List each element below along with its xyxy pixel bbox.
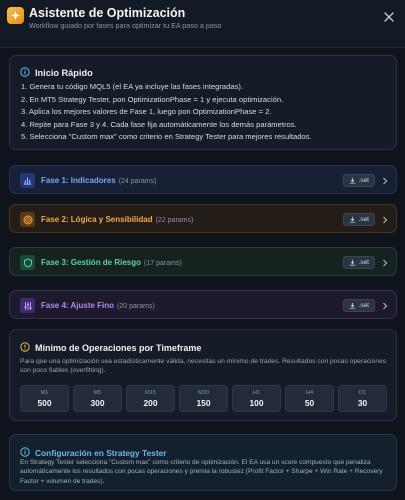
min-operations-panel: Mínimo de Operaciones por Timeframe Para…: [9, 329, 397, 421]
phase-4-row[interactable]: Fase 4: Ajuste Fino (20 params) .set: [9, 290, 397, 319]
dialog-header: Asistente de Optimización Workflow guiad…: [0, 0, 405, 48]
timeframe-card: H4 50: [285, 385, 334, 412]
strategy-tester-config-panel: Configuración en Strategy Tester En Stra…: [9, 434, 397, 491]
timeframe-card: D1 30: [338, 385, 387, 412]
timeframe-card: H1 100: [232, 385, 281, 412]
phase-4-label: Fase 4: Ajuste Fino: [41, 301, 115, 310]
download-icon: [349, 302, 355, 309]
timeframe-card: M5 300: [73, 385, 122, 412]
chevron-right-icon[interactable]: [381, 215, 389, 224]
phase-4-count: (20 params): [117, 303, 155, 310]
quick-start-panel: Inicio Rápido 1. Genera tu código MQL5 (…: [9, 55, 397, 150]
timeframe-name: H1: [252, 389, 261, 396]
timeframe-value: 50: [304, 397, 315, 408]
quick-start-step: 4. Repite para Fase 3 y 4. Cada fase fij…: [21, 119, 297, 129]
timeframe-card: M1 500: [20, 385, 69, 412]
download-set-button[interactable]: .set: [342, 256, 375, 269]
min-operations-description: Para que una optimización sea estadístic…: [20, 358, 387, 375]
timeframe-card: M30 150: [179, 385, 228, 412]
config-title: Configuración en Strategy Tester: [35, 448, 167, 458]
min-operations-title: Mínimo de Operaciones por Timeframe: [35, 343, 202, 353]
phase-3-label: Fase 3: Gestión de Riesgo: [41, 258, 142, 267]
download-set-button[interactable]: .set: [342, 174, 375, 187]
phase-3-row[interactable]: Fase 3: Gestión de Riesgo (17 params) .se…: [9, 247, 397, 276]
set-label: .set: [358, 259, 369, 266]
info-icon: [20, 64, 30, 82]
timeframe-value: 500: [37, 397, 52, 408]
sparkle-icon: [7, 7, 24, 24]
timeframe-value: 100: [249, 397, 264, 408]
timeframe-value: 150: [196, 397, 211, 408]
download-icon: [349, 259, 355, 266]
quick-start-title: Inicio Rápido: [35, 68, 93, 78]
timeframe-name: H4: [305, 389, 314, 396]
phase-2-row[interactable]: Fase 2: Lógica y Sensibilidad (22 params)…: [9, 204, 397, 233]
timeframe-name: M5: [93, 389, 102, 396]
config-description: En Strategy Tester selecciona "Custom ma…: [20, 459, 383, 485]
phase-1-row[interactable]: Fase 1: Indicadores (24 params) .set: [9, 165, 397, 194]
chevron-right-icon[interactable]: [381, 176, 389, 185]
download-icon: [349, 216, 355, 223]
quick-start-step: 2. En MT5 Strategy Tester, pon Optimizat…: [21, 94, 284, 104]
phase-2-count: (22 params): [155, 217, 194, 224]
download-set-button[interactable]: .set: [342, 299, 375, 312]
timeframe-card: M15 200: [126, 385, 175, 412]
timeframe-name: M30: [198, 389, 209, 396]
phase-1-count: (24 params): [118, 178, 157, 185]
dialog-title: Asistente de Optimización: [29, 6, 186, 20]
dialog-subtitle: Workflow guiado por fases para optimizar…: [29, 21, 222, 30]
warning-icon: [20, 339, 30, 357]
quick-start-step: 3. Aplica los mejores valores de Fase 1,…: [21, 107, 272, 117]
phase-1-label: Fase 1: Indicadores: [41, 176, 116, 185]
timeframe-name: M15: [145, 389, 156, 396]
download-set-button[interactable]: .set: [342, 213, 375, 226]
quick-start-step: 5. Selecciona "Custom max" como criterio…: [21, 132, 312, 142]
timeframe-name: M1: [40, 389, 49, 396]
close-icon[interactable]: [382, 10, 396, 24]
download-icon: [349, 177, 355, 184]
chevron-right-icon[interactable]: [381, 301, 389, 310]
timeframe-list: M1 500 M5 300 M15 200 M30 150 H1 100 H4 50 D1 3…: [20, 385, 387, 412]
timeframe-value: 300: [90, 397, 105, 408]
chevron-right-icon[interactable]: [381, 258, 389, 267]
target-icon: [20, 212, 35, 227]
sliders-icon: [20, 298, 35, 313]
phase-3-count: (17 params): [144, 260, 182, 267]
shield-icon: [20, 255, 35, 270]
timeframe-name: D1: [358, 389, 367, 396]
timeframe-value: 30: [357, 397, 368, 408]
chart-icon: [20, 173, 35, 188]
set-label: .set: [358, 216, 369, 223]
set-label: .set: [358, 177, 369, 184]
set-label: .set: [358, 302, 369, 309]
phase-2-label: Fase 2: Lógica y Sensibilidad: [41, 215, 153, 224]
quick-start-steps: 1. Genera tu código MQL5 (el EA ya inclu…: [21, 81, 312, 144]
timeframe-value: 200: [143, 397, 158, 408]
quick-start-step: 1. Genera tu código MQL5 (el EA ya inclu…: [21, 82, 244, 91]
